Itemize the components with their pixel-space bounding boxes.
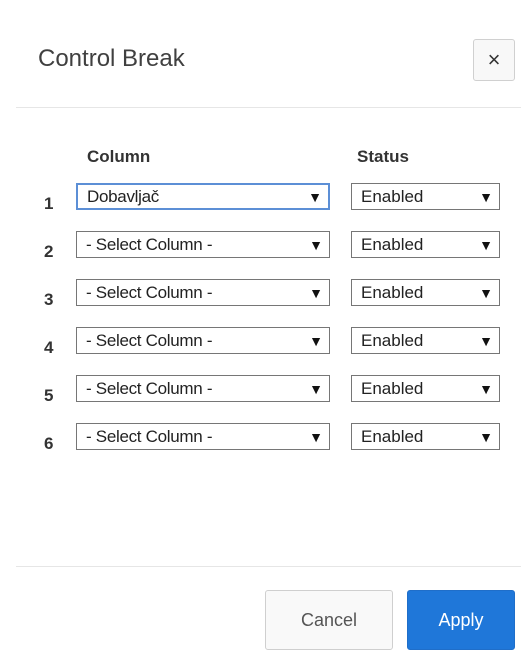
row-number: 1 <box>44 194 54 213</box>
status-select-2[interactable]: Enabled ▼ <box>351 231 500 258</box>
control-break-dialog: Control Break × Column Status 1 Dobavlja… <box>0 0 521 670</box>
column-select-value: - Select Column - <box>86 234 213 254</box>
status-select-4[interactable]: Enabled ▼ <box>351 327 500 354</box>
dialog-title: Control Break <box>38 45 185 72</box>
chevron-down-icon: ▼ <box>309 332 323 349</box>
footer-divider <box>16 566 521 567</box>
status-select-5[interactable]: Enabled ▼ <box>351 375 500 402</box>
status-select-1[interactable]: Enabled ▼ <box>351 183 500 210</box>
row-number: 5 <box>44 386 54 405</box>
column-select-value: - Select Column - <box>86 330 213 350</box>
status-select-6[interactable]: Enabled ▼ <box>351 423 500 450</box>
chevron-down-icon: ▼ <box>479 428 493 445</box>
chevron-down-icon: ▼ <box>479 236 493 253</box>
column-select-4[interactable]: - Select Column - ▼ <box>76 327 330 354</box>
column-select-value: - Select Column - <box>86 282 213 302</box>
chevron-down-icon: ▼ <box>309 284 323 301</box>
close-button[interactable]: × <box>473 39 515 81</box>
row-number: 3 <box>44 290 54 309</box>
status-select-value: Enabled <box>361 330 424 350</box>
column-select-value: Dobavljač <box>87 186 159 206</box>
row-number: 4 <box>44 338 54 357</box>
chevron-down-icon: ▼ <box>308 188 322 205</box>
close-icon: × <box>487 47 501 72</box>
chevron-down-icon: ▼ <box>479 380 493 397</box>
column-select-2[interactable]: - Select Column - ▼ <box>76 231 330 258</box>
chevron-down-icon: ▼ <box>309 236 323 253</box>
status-select-value: Enabled <box>361 426 424 446</box>
column-select-6[interactable]: - Select Column - ▼ <box>76 423 330 450</box>
apply-button[interactable]: Apply <box>407 590 515 650</box>
row-number: 6 <box>44 434 54 453</box>
row-number: 2 <box>44 242 54 261</box>
chevron-down-icon: ▼ <box>479 332 493 349</box>
column-select-3[interactable]: - Select Column - ▼ <box>76 279 330 306</box>
chevron-down-icon: ▼ <box>309 380 323 397</box>
status-select-value: Enabled <box>361 234 424 254</box>
column-select-value: - Select Column - <box>86 378 213 398</box>
header-divider <box>16 107 521 108</box>
column-select-value: - Select Column - <box>86 426 213 446</box>
chevron-down-icon: ▼ <box>479 188 493 205</box>
status-select-value: Enabled <box>361 186 424 206</box>
column-header: Column <box>87 147 151 166</box>
chevron-down-icon: ▼ <box>309 428 323 445</box>
chevron-down-icon: ▼ <box>479 284 493 301</box>
cancel-button[interactable]: Cancel <box>265 590 393 650</box>
status-select-value: Enabled <box>361 378 424 398</box>
status-header: Status <box>357 147 409 166</box>
status-select-value: Enabled <box>361 282 424 302</box>
column-select-5[interactable]: - Select Column - ▼ <box>76 375 330 402</box>
column-select-1[interactable]: Dobavljač ▼ <box>76 183 330 210</box>
status-select-3[interactable]: Enabled ▼ <box>351 279 500 306</box>
